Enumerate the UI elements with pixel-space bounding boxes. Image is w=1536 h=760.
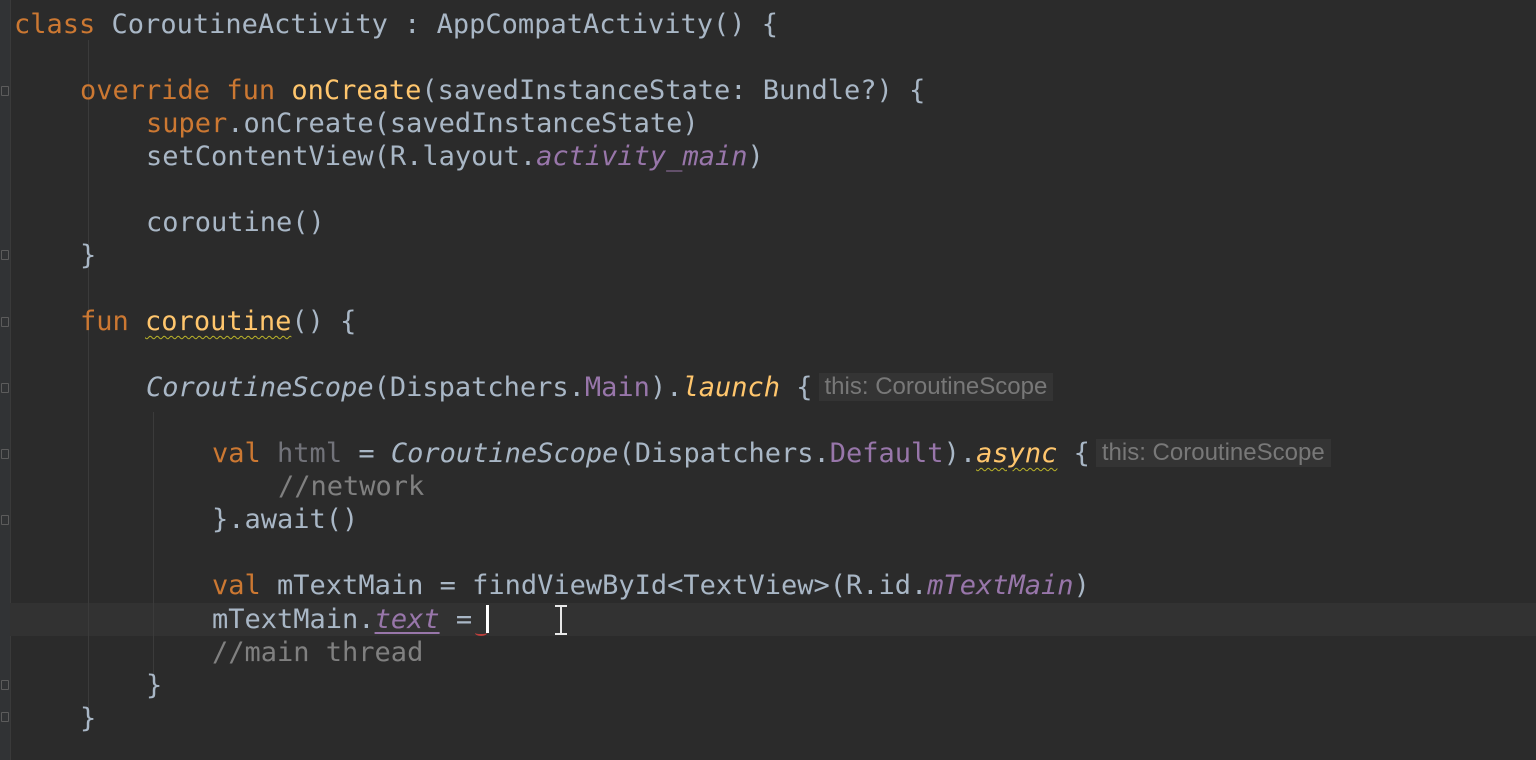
code-line-11[interactable]: }.await() (212, 503, 358, 536)
code-text: .onCreate(savedInstanceState) (227, 108, 699, 139)
ibeam-cursor-icon (553, 604, 569, 636)
code-text: mTextMain. (212, 604, 375, 635)
code-line-13[interactable]: mTextMain.text = (212, 603, 490, 636)
keyword: super (146, 108, 228, 139)
function-call: launch (682, 372, 780, 403)
keyword: val (212, 570, 261, 601)
code-text: ) (747, 141, 764, 172)
code-text: { (780, 372, 813, 403)
code-line-10[interactable]: //network (278, 470, 424, 503)
function-call: async (976, 438, 1058, 469)
code-comment: //network (278, 471, 425, 502)
function-name: coroutine (145, 306, 292, 337)
member-reference: Main (584, 372, 650, 403)
inlay-hint: this: CoroutineScope (818, 373, 1054, 401)
code-text: ) (1073, 570, 1090, 601)
code-line-5[interactable]: coroutine() (146, 206, 325, 239)
fold-icon[interactable] (1, 86, 9, 96)
code-comment: //main thread (212, 637, 424, 668)
code-line-1[interactable]: class CoroutineActivity : AppCompatActiv… (14, 8, 778, 41)
code-line-12[interactable]: val mTextMain = findViewById<TextView>(R… (212, 569, 1090, 602)
class-name: CoroutineActivity (111, 9, 388, 40)
function-name: onCreate (291, 75, 422, 106)
code-line-9[interactable]: val html = CoroutineScope(Dispatchers.De… (212, 437, 1331, 470)
code-text: = (439, 604, 473, 635)
member-reference: Default (829, 438, 944, 469)
code-line-15[interactable]: } (146, 669, 162, 702)
code-text: (Dispatchers. (618, 438, 830, 469)
property-reference: text (374, 604, 440, 635)
code-line-3[interactable]: super.onCreate(savedInstanceState) (146, 107, 699, 140)
fold-icon[interactable] (1, 712, 9, 722)
property-reference: mTextMain (927, 570, 1074, 601)
keyword: fun (80, 306, 129, 337)
fold-icon[interactable] (1, 515, 9, 525)
code-text: : AppCompatActivity() { (387, 9, 779, 40)
code-line-2[interactable]: override fun onCreate(savedInstanceState… (80, 74, 925, 107)
code-line-16[interactable]: } (80, 702, 96, 735)
code-text: setContentView(R.layout. (146, 141, 537, 172)
indent-guide (88, 40, 89, 730)
code-line-4[interactable]: setContentView(R.layout.activity_main) (146, 140, 764, 173)
code-text: mTextMain = findViewById<TextView>(R.id. (260, 570, 928, 601)
code-line-14[interactable]: //main thread (212, 636, 423, 669)
keyword: class (14, 9, 96, 40)
type-name: CoroutineScope (146, 372, 374, 403)
code-text: } (80, 703, 97, 734)
fold-icon[interactable] (1, 449, 9, 459)
code-line-7[interactable]: fun coroutine() { (80, 305, 356, 338)
code-text: coroutine() (146, 207, 325, 238)
fold-icon[interactable] (1, 250, 9, 260)
type-name: CoroutineScope (390, 438, 619, 469)
code-text: { (1057, 438, 1090, 469)
unused-variable: html (277, 438, 343, 469)
code-editor[interactable]: class CoroutineActivity : AppCompatActiv… (0, 0, 1536, 760)
code-text: } (146, 670, 163, 701)
code-text: ). (943, 438, 977, 469)
code-text: () { (291, 306, 357, 337)
indent-guide (153, 412, 154, 677)
property-reference: activity_main (536, 141, 748, 172)
fold-icon[interactable] (1, 383, 9, 393)
code-text: = (342, 438, 391, 469)
fold-icon[interactable] (1, 680, 9, 690)
code-text: } (80, 240, 97, 271)
code-text: (savedInstanceState: Bundle?) { (421, 75, 926, 106)
editor-gutter (0, 0, 11, 760)
code-line-6[interactable]: } (80, 239, 96, 272)
code-text: }.await() (212, 504, 359, 535)
code-line-8[interactable]: CoroutineScope(Dispatchers.Main).launch … (146, 371, 1054, 404)
keyword: fun (226, 75, 276, 106)
code-text: (Dispatchers. (373, 372, 585, 403)
text-cursor (486, 605, 490, 633)
keyword: override (80, 75, 211, 106)
keyword: val (212, 438, 261, 469)
code-text: ). (649, 372, 683, 403)
fold-icon[interactable] (1, 317, 9, 327)
inlay-hint: this: CoroutineScope (1095, 439, 1331, 467)
